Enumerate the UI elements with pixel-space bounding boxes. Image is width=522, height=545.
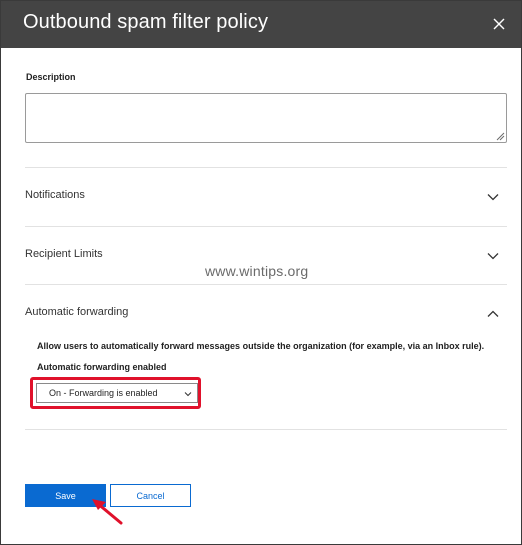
policy-panel: Outbound spam filter policy Description … bbox=[0, 0, 522, 545]
watermark-text: www.wintips.org bbox=[205, 263, 309, 279]
pointer-arrow-icon bbox=[92, 499, 123, 525]
section-notifications[interactable]: Notifications bbox=[25, 185, 507, 209]
forwarding-description: Allow users to automatically forward mes… bbox=[37, 341, 485, 351]
title-bar: Outbound spam filter policy bbox=[1, 1, 521, 48]
divider bbox=[25, 167, 507, 168]
description-label: Description bbox=[26, 72, 76, 82]
chevron-up-icon bbox=[487, 310, 499, 317]
divider bbox=[25, 226, 507, 227]
close-icon bbox=[493, 18, 505, 30]
forwarding-field-label: Automatic forwarding enabled bbox=[37, 362, 167, 372]
description-textarea[interactable] bbox=[25, 93, 507, 143]
chevron-down-icon bbox=[184, 392, 192, 397]
divider bbox=[25, 429, 507, 430]
forwarding-select-value: On - Forwarding is enabled bbox=[49, 388, 158, 398]
chevron-down-icon bbox=[487, 253, 499, 260]
close-button[interactable] bbox=[489, 14, 509, 34]
section-notifications-label: Notifications bbox=[25, 189, 85, 201]
panel-title: Outbound spam filter policy bbox=[23, 11, 269, 33]
chevron-down-icon bbox=[487, 194, 499, 201]
section-recipient-limits-label: Recipient Limits bbox=[25, 248, 103, 260]
section-automatic-forwarding-label: Automatic forwarding bbox=[25, 306, 129, 318]
resize-grip-icon[interactable] bbox=[495, 131, 505, 141]
forwarding-select[interactable]: On - Forwarding is enabled bbox=[36, 383, 198, 403]
divider bbox=[25, 284, 507, 285]
section-automatic-forwarding[interactable]: Automatic forwarding bbox=[25, 302, 507, 326]
